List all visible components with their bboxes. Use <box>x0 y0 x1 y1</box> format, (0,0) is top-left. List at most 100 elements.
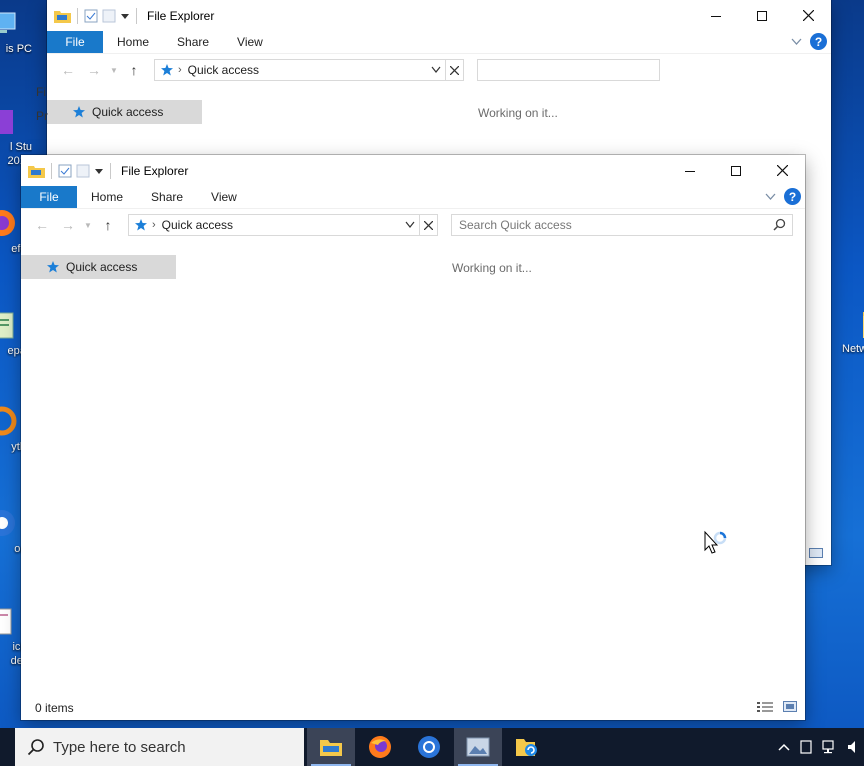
up-button[interactable]: ↑ <box>123 59 145 81</box>
recent-locations-button[interactable]: ▼ <box>109 59 119 81</box>
folder-refresh-icon <box>516 739 537 756</box>
minimize-button[interactable] <box>667 155 713 186</box>
divider <box>51 162 52 179</box>
tab-share[interactable]: Share <box>137 186 197 208</box>
search-box[interactable] <box>477 59 660 81</box>
computer-icon <box>0 12 16 33</box>
title-bar[interactable]: File Explorer <box>47 0 831 31</box>
close-button[interactable] <box>785 0 831 31</box>
window-controls <box>693 0 831 31</box>
expand-ribbon-icon[interactable] <box>791 38 802 46</box>
window-title: File Explorer <box>121 163 189 178</box>
chrome-icon <box>418 736 440 758</box>
nav-quick-access[interactable]: Quick access <box>47 100 202 124</box>
address-dropdown-button[interactable] <box>427 60 445 80</box>
maximize-button[interactable] <box>713 155 759 186</box>
document-icon <box>0 608 12 635</box>
back-button[interactable]: ← <box>57 59 79 81</box>
help-button[interactable]: ? <box>810 33 827 50</box>
item-count: 0 items <box>35 701 74 715</box>
taskbar-app-firefox[interactable] <box>356 728 404 766</box>
chevron-down-icon[interactable] <box>94 166 104 176</box>
large-icons-view-icon[interactable] <box>809 548 823 558</box>
divider <box>136 7 137 24</box>
star-icon <box>135 219 147 231</box>
chevron-right-icon: › <box>178 64 182 76</box>
nav-label: Quick access <box>66 260 138 274</box>
star-icon <box>73 106 85 118</box>
quick-access-toolbar <box>47 7 139 24</box>
taskbar-app-file-explorer[interactable] <box>307 728 355 766</box>
search-icon[interactable] <box>773 218 786 231</box>
up-button[interactable]: ↑ <box>97 214 119 236</box>
chevron-up-icon[interactable] <box>778 743 790 751</box>
address-bar[interactable]: › Quick access <box>154 59 446 81</box>
tab-file[interactable]: File <box>21 186 77 208</box>
ribbon-tabs: File Home Share View ? <box>47 31 831 54</box>
forward-button[interactable]: → <box>83 59 105 81</box>
desktop-icon-this-pc[interactable]: is PC <box>0 8 32 56</box>
tab-home[interactable]: Home <box>103 31 163 53</box>
search-input[interactable] <box>478 60 659 80</box>
new-folder-icon[interactable] <box>76 164 90 178</box>
tab-view[interactable]: View <box>223 31 277 53</box>
address-location[interactable]: Quick access <box>162 218 233 232</box>
address-dropdown-button[interactable] <box>401 215 419 235</box>
window-controls <box>667 155 805 186</box>
search-icon <box>27 739 44 756</box>
status-message: Working on it... <box>478 106 558 120</box>
tablet-icon[interactable] <box>800 740 812 754</box>
ribbon-right: ? <box>765 188 801 205</box>
taskbar-search[interactable]: Type here to search <box>15 728 304 766</box>
new-folder-icon[interactable] <box>102 9 116 23</box>
volume-icon[interactable] <box>848 740 858 754</box>
search-input[interactable] <box>452 215 792 235</box>
close-icon <box>450 65 459 75</box>
maximize-button[interactable] <box>739 0 785 31</box>
chevron-down-icon[interactable] <box>120 11 130 21</box>
close-button[interactable] <box>759 155 805 186</box>
minimize-button[interactable] <box>693 0 739 31</box>
tab-share[interactable]: Share <box>163 31 223 53</box>
stop-button[interactable] <box>420 214 438 236</box>
ribbon-tabs: File Home Share View ? <box>21 186 805 209</box>
partial-label: Fi <box>36 85 46 99</box>
folder-icon <box>28 165 45 178</box>
status-message: Working on it... <box>452 261 532 275</box>
tab-home[interactable]: Home <box>77 186 137 208</box>
maximize-icon <box>731 165 741 176</box>
divider <box>77 7 78 24</box>
properties-icon[interactable] <box>84 9 98 23</box>
properties-icon[interactable] <box>58 164 72 178</box>
title-bar[interactable]: File Explorer <box>21 155 805 186</box>
taskbar: Type here to search <box>0 728 864 766</box>
address-bar[interactable]: › Quick access <box>128 214 420 236</box>
tab-view[interactable]: View <box>197 186 251 208</box>
navigation-buttons: ← → ▼ ↑ <box>21 214 128 236</box>
tab-file[interactable]: File <box>47 31 103 53</box>
back-button[interactable]: ← <box>31 214 53 236</box>
python-icon <box>0 406 17 436</box>
expand-ribbon-icon[interactable] <box>765 193 776 201</box>
content-area: Quick access Working on it... <box>21 241 805 696</box>
folder-icon <box>54 10 71 23</box>
taskbar-app-chrome[interactable] <box>405 728 453 766</box>
taskbar-app-file-explorer-alt[interactable] <box>503 728 551 766</box>
help-button[interactable]: ? <box>784 188 801 205</box>
folder-icon <box>320 740 342 756</box>
image-viewer-icon <box>466 737 490 757</box>
file-explorer-window-front[interactable]: File Explorer File Home Share View ? ← →… <box>21 155 805 720</box>
close-icon <box>776 165 788 176</box>
details-view-icon[interactable] <box>757 701 773 713</box>
star-icon <box>161 64 173 76</box>
recent-locations-button[interactable]: ▼ <box>83 214 93 236</box>
search-box[interactable] <box>451 214 793 236</box>
desktop-icon-network[interactable]: Netw <box>836 308 864 356</box>
network-icon[interactable] <box>822 740 838 754</box>
large-icons-view-icon[interactable] <box>783 701 797 712</box>
stop-button[interactable] <box>446 59 464 81</box>
address-location[interactable]: Quick access <box>188 63 259 77</box>
forward-button[interactable]: → <box>57 214 79 236</box>
nav-quick-access[interactable]: Quick access <box>21 255 176 279</box>
taskbar-app-photos[interactable] <box>454 728 502 766</box>
